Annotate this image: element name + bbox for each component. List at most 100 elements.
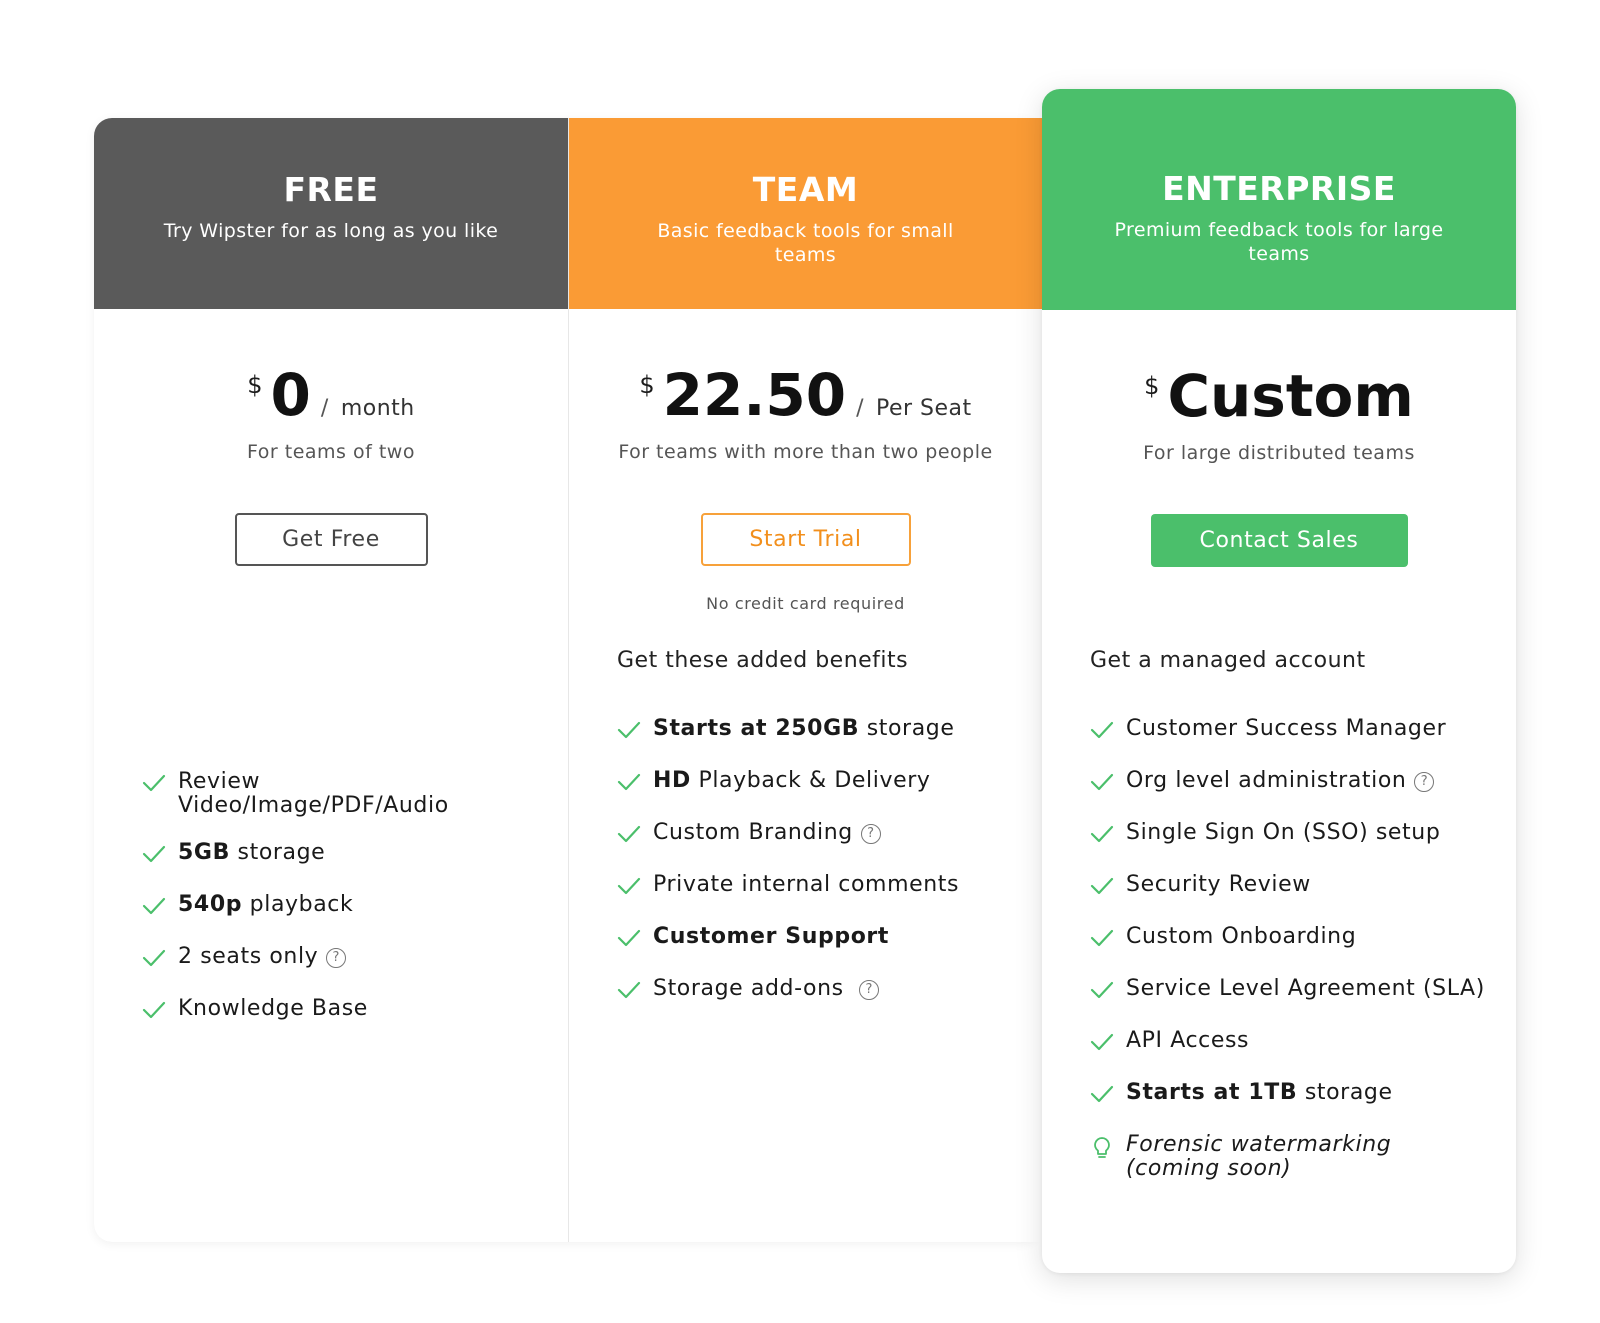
contact-sales-button[interactable]: Contact Sales: [1150, 514, 1408, 567]
plan-title: TEAM: [752, 170, 859, 209]
check-icon: [1090, 1032, 1126, 1058]
feature-bold-text: Starts at 250GB: [653, 716, 860, 741]
feature-intro: Get these added benefits: [617, 648, 909, 673]
feature-plain-text: API Access: [1126, 1028, 1250, 1053]
feature-item: Private internal comments: [569, 873, 1042, 902]
check-icon: [617, 720, 653, 746]
feature-plain-text: Custom Onboarding: [1126, 924, 1357, 949]
help-icon[interactable]: ?: [859, 980, 880, 1000]
feature-plain-text: Storage add-ons: [653, 976, 852, 1001]
feature-text: Custom Branding?: [653, 821, 881, 845]
feature-plain-text: Review Video/Image/PDF/Audio: [178, 769, 449, 818]
feature-text: Starts at 250GB storage: [653, 717, 954, 741]
get-free-button[interactable]: Get Free: [234, 513, 428, 566]
plan-card-enterprise: ENTERPRISE Premium feedback tools for la…: [1042, 89, 1516, 1273]
feature-item: Service Level Agreement (SLA): [1042, 977, 1516, 1006]
plan-card-team: TEAM Basic feedback tools for small team…: [568, 118, 1042, 1242]
feature-plain-text: Playback & Delivery: [690, 768, 931, 793]
check-icon: [142, 948, 178, 974]
pricing-page: FREE Try Wipster for as long as you like…: [0, 0, 1600, 1323]
currency-symbol: $: [639, 371, 655, 399]
price-subtext: For large distributed teams: [1143, 442, 1415, 464]
feature-text: Custom Onboarding: [1126, 925, 1356, 949]
feature-item: Starts at 250GB storage: [569, 717, 1042, 746]
plan-tagline: Basic feedback tools for small teams: [657, 220, 954, 266]
check-icon: [1090, 720, 1126, 746]
price-amount: 0: [270, 361, 311, 429]
check-icon: [617, 928, 653, 954]
price: $ 0 / month: [94, 361, 568, 431]
help-icon[interactable]: ?: [860, 824, 881, 844]
feature-plain-text: playback: [242, 892, 354, 917]
price-amount: 22.50: [662, 361, 847, 429]
feature-text: HD Playback & Delivery: [653, 769, 931, 793]
price-slash: /: [320, 396, 329, 421]
check-icon: [617, 824, 653, 850]
check-icon: [142, 1000, 178, 1026]
no-credit-card-note: No credit card required: [706, 594, 905, 613]
feature-text: Knowledge Base: [178, 997, 368, 1021]
currency-symbol: $: [247, 371, 263, 399]
feature-plain-text: Security Review: [1126, 872, 1311, 897]
feature-plain-text: Single Sign On (SSO) setup: [1126, 820, 1441, 845]
check-icon: [1090, 1084, 1126, 1110]
feature-item: Review Video/Image/PDF/Audio: [94, 770, 568, 818]
price-slash: /: [856, 396, 864, 421]
feature-text: Security Review: [1126, 873, 1311, 897]
feature-item: Security Review: [1042, 873, 1516, 902]
feature-item: Forensic watermarking (coming soon): [1042, 1133, 1516, 1181]
plan-tagline: Try Wipster for as long as you like: [163, 220, 499, 242]
feature-text: 5GB storage: [178, 841, 325, 865]
check-icon: [142, 844, 178, 870]
plan-title: FREE: [283, 170, 379, 209]
price: $ Custom: [1042, 362, 1516, 432]
feature-text: Storage add-ons ?: [653, 976, 880, 1001]
price-period: / Per Seat: [856, 396, 972, 421]
check-icon: [617, 876, 653, 902]
start-trial-button[interactable]: Start Trial: [700, 513, 911, 566]
price-period-text: month: [340, 396, 415, 421]
feature-list-free: Review Video/Image/PDF/Audio 5GB storage 5…: [94, 770, 568, 1049]
check-icon: [142, 773, 178, 799]
feature-plain-text: Custom Branding: [653, 820, 853, 845]
feature-item: API Access: [1042, 1029, 1516, 1058]
currency-symbol: $: [1144, 372, 1160, 400]
feature-text: Private internal comments: [653, 873, 959, 897]
feature-item: 540p playback: [94, 893, 568, 922]
feature-list-team: Get these added benefits Starts at 250GB…: [569, 648, 1042, 1029]
feature-text: Starts at 1TB storage: [1126, 1081, 1393, 1105]
feature-item: HD Playback & Delivery: [569, 769, 1042, 798]
feature-bold-text: 540p: [178, 892, 243, 917]
check-icon: [617, 980, 653, 1006]
feature-text: 540p playback: [178, 893, 353, 917]
feature-plain-text: Private internal comments: [653, 872, 960, 897]
feature-text: API Access: [1126, 1029, 1249, 1053]
price-amount: Custom: [1167, 362, 1414, 430]
check-icon: [617, 772, 653, 798]
feature-bold-text: HD: [653, 768, 691, 793]
feature-item: Org level administration?: [1042, 769, 1516, 798]
check-icon: [1090, 928, 1126, 954]
price-subtext: For teams of two: [247, 441, 415, 463]
feature-text: Single Sign On (SSO) setup: [1126, 821, 1440, 845]
feature-item: Starts at 1TB storage: [1042, 1081, 1516, 1110]
feature-item: Custom Onboarding: [1042, 925, 1516, 954]
check-icon: [142, 896, 178, 922]
feature-text: 2 seats only?: [178, 945, 347, 969]
feature-bold-text: Starts at 1TB: [1126, 1080, 1298, 1105]
plan-card-free: FREE Try Wipster for as long as you like…: [94, 118, 568, 1242]
feature-plain-text: Org level administration: [1126, 768, 1407, 793]
feature-item: Knowledge Base: [94, 997, 568, 1026]
feature-text: Customer Support: [653, 925, 889, 949]
price-subtext: For teams with more than two people: [618, 441, 993, 463]
feature-text: Org level administration?: [1126, 768, 1435, 793]
plan-header-free: FREE Try Wipster for as long as you like: [94, 118, 568, 309]
help-icon[interactable]: ?: [1414, 772, 1435, 792]
plan-title: ENTERPRISE: [1162, 169, 1396, 208]
feature-plain-text: Customer Success Manager: [1126, 716, 1447, 741]
feature-item: 5GB storage: [94, 841, 568, 870]
check-icon: [1090, 824, 1126, 850]
price-period: / month: [321, 396, 415, 421]
help-icon[interactable]: ?: [326, 948, 347, 968]
feature-intro: Get a managed account: [1090, 648, 1366, 673]
